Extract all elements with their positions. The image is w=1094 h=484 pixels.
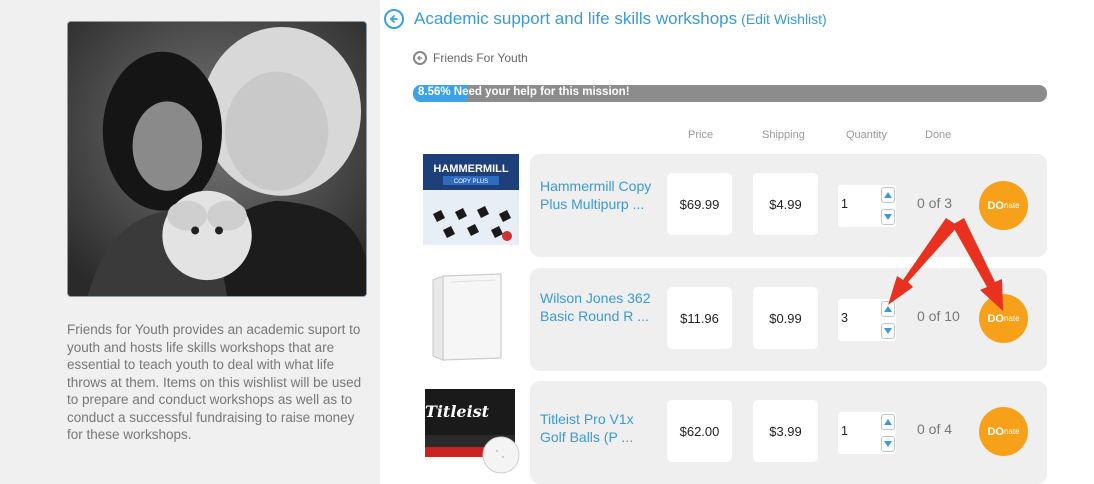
wishlist-item-row: Titleist Pro V1x Golf Balls (P ... $62.0… (530, 381, 1047, 484)
item-done-count: 0 of 10 (917, 308, 960, 324)
column-header-done: Done (925, 129, 952, 141)
progress-text: 8.56% Need your help for this mission! (418, 86, 630, 98)
arrow-up-icon[interactable] (881, 301, 895, 317)
item-price: $62.00 (667, 400, 732, 462)
donate-label: DO (987, 312, 1004, 325)
item-price: $69.99 (667, 173, 732, 235)
thumb-brand: HAMMERMILL (433, 163, 508, 175)
organization-name[interactable]: Friends For Youth (433, 51, 528, 65)
arrow-up-icon[interactable] (881, 414, 895, 430)
donate-label-suffix: nate (1003, 427, 1020, 436)
wishlist-description: Friends for Youth provides an academic s… (67, 322, 362, 442)
progress-bar: 8.56% Need your help for this mission! (413, 85, 1047, 102)
quantity-stepper[interactable]: 3 (838, 299, 896, 341)
item-done-count: 0 of 3 (917, 195, 953, 211)
arrow-down-icon[interactable] (881, 323, 895, 339)
donate-label-suffix: nate (1003, 314, 1020, 323)
quantity-stepper[interactable]: 1 (838, 185, 896, 227)
donate-button[interactable]: DO nate (979, 181, 1028, 230)
donate-label: DO (987, 425, 1004, 438)
column-header-shipping: Shipping (762, 129, 805, 141)
wishlist-item-row: Wilson Jones 362 Basic Round R ... $11.9… (530, 268, 1047, 371)
quantity-stepper[interactable]: 1 (838, 412, 896, 454)
donate-button[interactable]: DO nate (979, 294, 1028, 343)
donate-label-suffix: nate (1003, 201, 1020, 210)
donate-label: DO (987, 199, 1004, 212)
item-shipping: $0.99 (753, 287, 818, 349)
organization-icon (413, 51, 427, 65)
item-thumbnail[interactable]: Titleist (421, 381, 521, 478)
item-shipping: $4.99 (753, 173, 818, 235)
quantity-input[interactable]: 1 (841, 424, 848, 438)
thumb-subtitle: COPY PLUS (454, 179, 488, 185)
organization-row: Friends For Youth (413, 51, 528, 65)
column-header-quantity: Quantity (846, 129, 887, 141)
item-thumbnail[interactable] (421, 268, 521, 365)
wishlist-item-row: Hammermill Copy Plus Multipurp ... $69.9… (530, 154, 1047, 257)
arrow-down-icon[interactable] (881, 209, 895, 225)
item-name-link[interactable]: Wilson Jones 362 Basic Round R ... (540, 289, 655, 325)
item-shipping: $3.99 (753, 400, 818, 462)
left-column: Friends for Youth provides an academic s… (0, 0, 380, 484)
thumb-brand: Titleist (425, 402, 490, 421)
quantity-input[interactable]: 1 (841, 197, 848, 211)
donate-button[interactable]: DO nate (979, 407, 1028, 456)
item-name-link[interactable]: Hammermill Copy Plus Multipurp ... (540, 177, 655, 213)
arrow-down-icon[interactable] (881, 436, 895, 452)
organization-photo (67, 21, 367, 297)
item-thumbnail[interactable]: HAMMERMILL COPY PLUS (421, 154, 521, 251)
item-name-link[interactable]: Titleist Pro V1x Golf Balls (P ... (540, 410, 655, 446)
wishlist-title: Academic support and life skills worksho… (414, 9, 738, 28)
quantity-input[interactable]: 3 (841, 311, 848, 325)
item-done-count: 0 of 4 (917, 421, 953, 437)
collapse-circle-icon[interactable] (384, 9, 404, 29)
wishlist-header: Academic support and life skills worksho… (384, 9, 827, 29)
edit-wishlist-link[interactable]: (Edit Wishlist) (741, 11, 827, 27)
item-price: $11.96 (667, 287, 732, 349)
arrow-up-icon[interactable] (881, 187, 895, 203)
column-header-price: Price (688, 129, 714, 141)
